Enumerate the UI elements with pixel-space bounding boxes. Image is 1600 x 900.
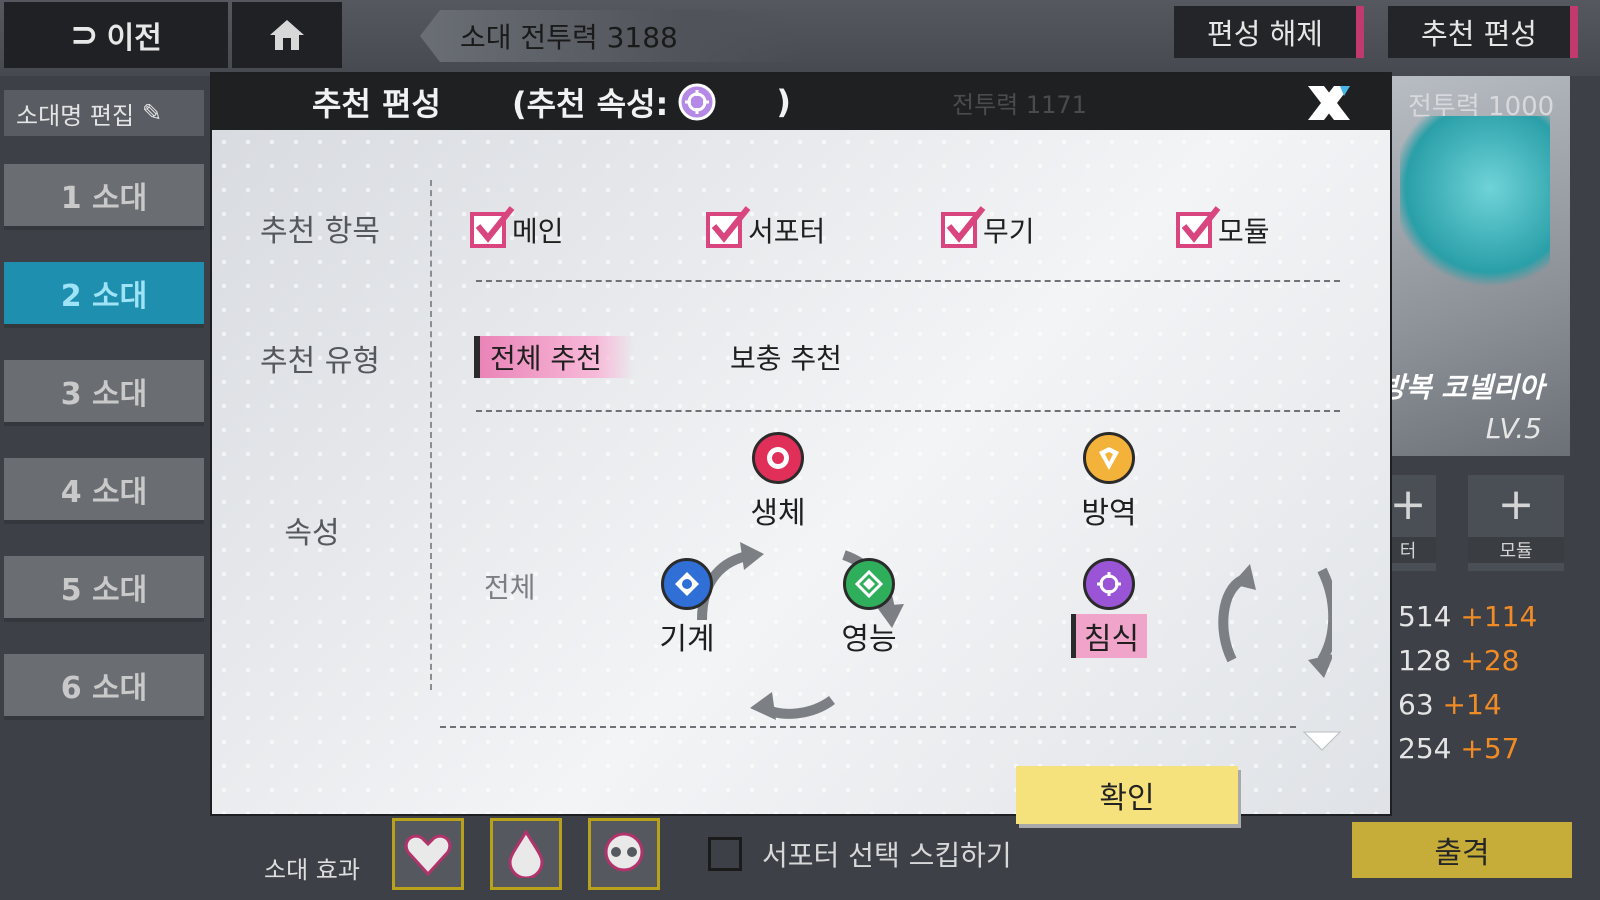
attr-mech-label: 기계 [659, 622, 715, 657]
modal-title: 추천 편성 [312, 85, 441, 123]
modal-header: 추천 편성 (추천 속성: ) 전투력 1171 [212, 74, 1390, 130]
stat-row: 128 +28 [1398, 644, 1520, 677]
squad-effect[interactable]: 소대 효과 [252, 810, 372, 890]
squad-tab-5[interactable]: 5 소대 [4, 556, 204, 618]
edit-icon: ✎ [142, 99, 163, 127]
stat-row: 63 +14 [1398, 688, 1502, 721]
recommend-button[interactable]: 추천 편성 [1388, 6, 1578, 58]
check-main[interactable]: 메인 [470, 206, 564, 250]
check-module-label: 모듈 [1218, 215, 1270, 248]
modal-body: 추천 항목 추천 유형 속성 메인 서포터 무기 모듈 전체 추천 보충 추천 … [212, 130, 1390, 824]
squad-tab-3[interactable]: 3 소대 [4, 360, 204, 422]
checkbox-checked[interactable] [706, 206, 751, 248]
close-icon[interactable] [1304, 82, 1354, 124]
vertical-divider [430, 180, 432, 690]
checkbox-checked[interactable] [1176, 206, 1221, 248]
check-weapon-label: 무기 [983, 215, 1035, 248]
attr-bio[interactable]: 생체 [733, 432, 823, 532]
back-arrow-icon: ⊃ [70, 15, 98, 55]
recommend-attribute: (추천 속성: ) [512, 83, 791, 123]
ghost-power: 전투력 1171 [952, 90, 1087, 119]
stat-row: 514 +114 [1398, 600, 1538, 633]
row-divider [440, 726, 1296, 728]
disband-button[interactable]: 편성 해제 [1174, 6, 1364, 58]
items-row-label: 추천 항목 [260, 214, 380, 249]
attr-erosion-label: 침식 [1070, 614, 1148, 658]
squad-tab-1[interactable]: 1 소대 [4, 164, 204, 226]
bio-icon [752, 432, 804, 484]
check-supporter[interactable]: 서포터 [706, 206, 826, 250]
attr-all[interactable]: 전체 [484, 566, 536, 606]
checkbox-checked[interactable] [470, 206, 515, 248]
rename-squad-button[interactable]: 소대명 편집 ✎ [4, 90, 204, 136]
skip-checkbox[interactable] [708, 837, 742, 871]
rename-label: 소대명 편집 [16, 101, 135, 130]
cycle-arrows [697, 542, 1332, 720]
attr-psionic[interactable]: 영능 [824, 558, 914, 658]
character-portrait [1400, 116, 1550, 296]
psionic-icon [843, 558, 895, 610]
check-weapon[interactable]: 무기 [941, 206, 1035, 250]
erosion-icon [678, 83, 716, 121]
type-row-label: 추천 유형 [260, 344, 380, 379]
recommend-modal: 추천 편성 (추천 속성: ) 전투력 1171 추천 항목 추천 유형 속성 [212, 74, 1390, 824]
squad-effect-label: 소대 효과 [264, 856, 360, 884]
plus-icon: + [1389, 479, 1427, 530]
squad-tab-6[interactable]: 6 소대 [4, 654, 204, 716]
plus-icon: + [1497, 479, 1535, 530]
attr-quarantine-label: 방역 [1081, 496, 1137, 531]
checkbox-checked[interactable] [941, 206, 986, 248]
skip-label: 서포터 선택 스킵하기 [762, 839, 1012, 872]
attr-erosion[interactable]: 침식 [1064, 558, 1154, 658]
quarantine-icon [1083, 432, 1135, 484]
home-icon [270, 20, 304, 50]
squad-power: 소대 전투력 3188 [420, 10, 800, 62]
home-button[interactable] [232, 2, 342, 68]
module-slot[interactable]: + 모듈 [1468, 475, 1564, 571]
stat-list: 514 +114 128 +28 63 +14 254 +57 [1398, 600, 1537, 776]
character-level: LV.5 [1485, 412, 1542, 445]
row-divider [476, 280, 1340, 282]
skip-supporter-option[interactable]: 서포터 선택 스킵하기 [708, 834, 1012, 874]
drop-buff-icon[interactable] [490, 818, 562, 890]
attr-mech[interactable]: 기계 [642, 558, 732, 658]
module-slot-label: 모듈 [1468, 537, 1564, 563]
attr-psionic-label: 영능 [841, 622, 897, 657]
squad-tab-2[interactable]: 2 소대 [4, 262, 204, 324]
type-supplement-recommend[interactable]: 보충 추천 [720, 336, 842, 378]
type-full-recommend[interactable]: 전체 추천 [474, 336, 634, 378]
confirm-button[interactable]: 확인 [1016, 766, 1238, 824]
check-module[interactable]: 모듈 [1176, 206, 1270, 250]
row-divider [476, 410, 1340, 412]
heart-buff-icon[interactable] [392, 818, 464, 890]
check-main-label: 메인 [512, 215, 564, 248]
character-name: 방복 코넬리아 [1380, 371, 1545, 404]
attr-quarantine[interactable]: 방역 [1064, 432, 1154, 532]
chevron-down-icon[interactable] [1302, 730, 1342, 754]
erosion-icon [1083, 558, 1135, 610]
back-button[interactable]: ⊃ 이전 [4, 2, 228, 68]
skull-buff-icon[interactable] [588, 818, 660, 890]
character-card[interactable]: 전투력 1000 방복 코넬리아 LV.5 [1380, 76, 1570, 456]
attr-row-label: 속성 [284, 516, 340, 551]
back-label: 이전 [106, 21, 162, 56]
sortie-button[interactable]: 출격 [1352, 822, 1572, 878]
check-supporter-label: 서포터 [748, 215, 826, 248]
squad-tab-4[interactable]: 4 소대 [4, 458, 204, 520]
stat-row: 254 +57 [1398, 732, 1520, 765]
mech-icon [661, 558, 713, 610]
attr-bio-label: 생체 [750, 496, 806, 531]
